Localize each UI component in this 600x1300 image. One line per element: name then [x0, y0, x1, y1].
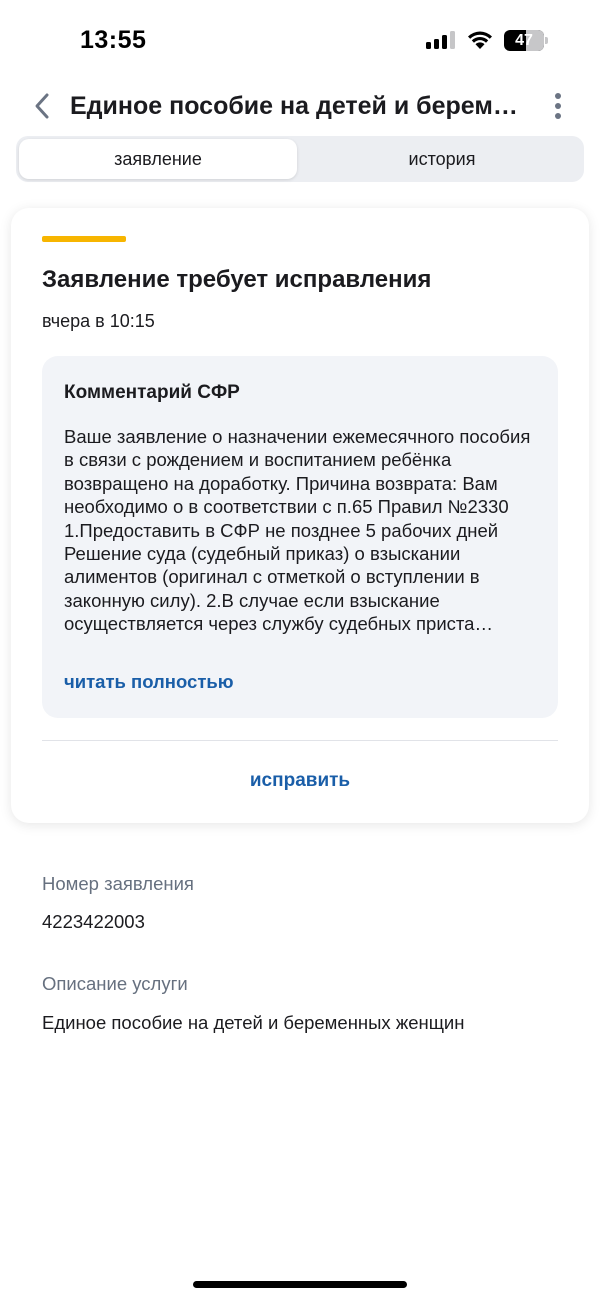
more-options-button[interactable]: [544, 90, 572, 122]
page-title: Единое пособие на детей и беременных жен…: [70, 92, 530, 120]
status-bar: 13:55 47: [0, 0, 600, 80]
tab-history[interactable]: история: [303, 139, 581, 179]
application-number-label: Номер заявления: [42, 873, 194, 894]
comment-title: Комментарий СФР: [64, 382, 240, 403]
application-status-card: Заявление требует исправления вчера в 10…: [11, 208, 589, 823]
fix-button[interactable]: исправить: [42, 756, 558, 806]
status-title: Заявление требует исправления: [42, 266, 432, 293]
battery-level: 47: [515, 32, 533, 49]
battery-cap: [545, 37, 548, 44]
comment-text: Ваше заявление о назначении ежемесячного…: [64, 426, 531, 635]
back-button[interactable]: [26, 90, 58, 122]
service-description-value: Единое пособие на детей и беременных жен…: [42, 1012, 465, 1033]
read-more-link[interactable]: читать полностью: [64, 671, 234, 693]
status-time: 13:55: [80, 26, 147, 54]
wifi-icon: [468, 31, 492, 49]
battery-icon: 47: [504, 30, 544, 51]
chevron-left-icon: [35, 93, 49, 119]
app-header: Единое пособие на детей и беременных жен…: [0, 80, 600, 132]
more-vertical-icon: [555, 93, 561, 119]
application-number-value: 4223422003: [42, 911, 145, 932]
home-indicator[interactable]: [193, 1281, 407, 1288]
status-indicator-bar: [42, 236, 126, 242]
cellular-signal-icon: [426, 31, 456, 49]
comment-box: Комментарий СФР Ваше заявление о назначе…: [42, 356, 558, 718]
tabs: заявление история: [16, 136, 584, 182]
tab-application[interactable]: заявление: [19, 139, 297, 179]
status-date: вчера в 10:15: [42, 311, 155, 331]
divider: [42, 740, 558, 741]
service-description-label: Описание услуги: [42, 973, 188, 994]
